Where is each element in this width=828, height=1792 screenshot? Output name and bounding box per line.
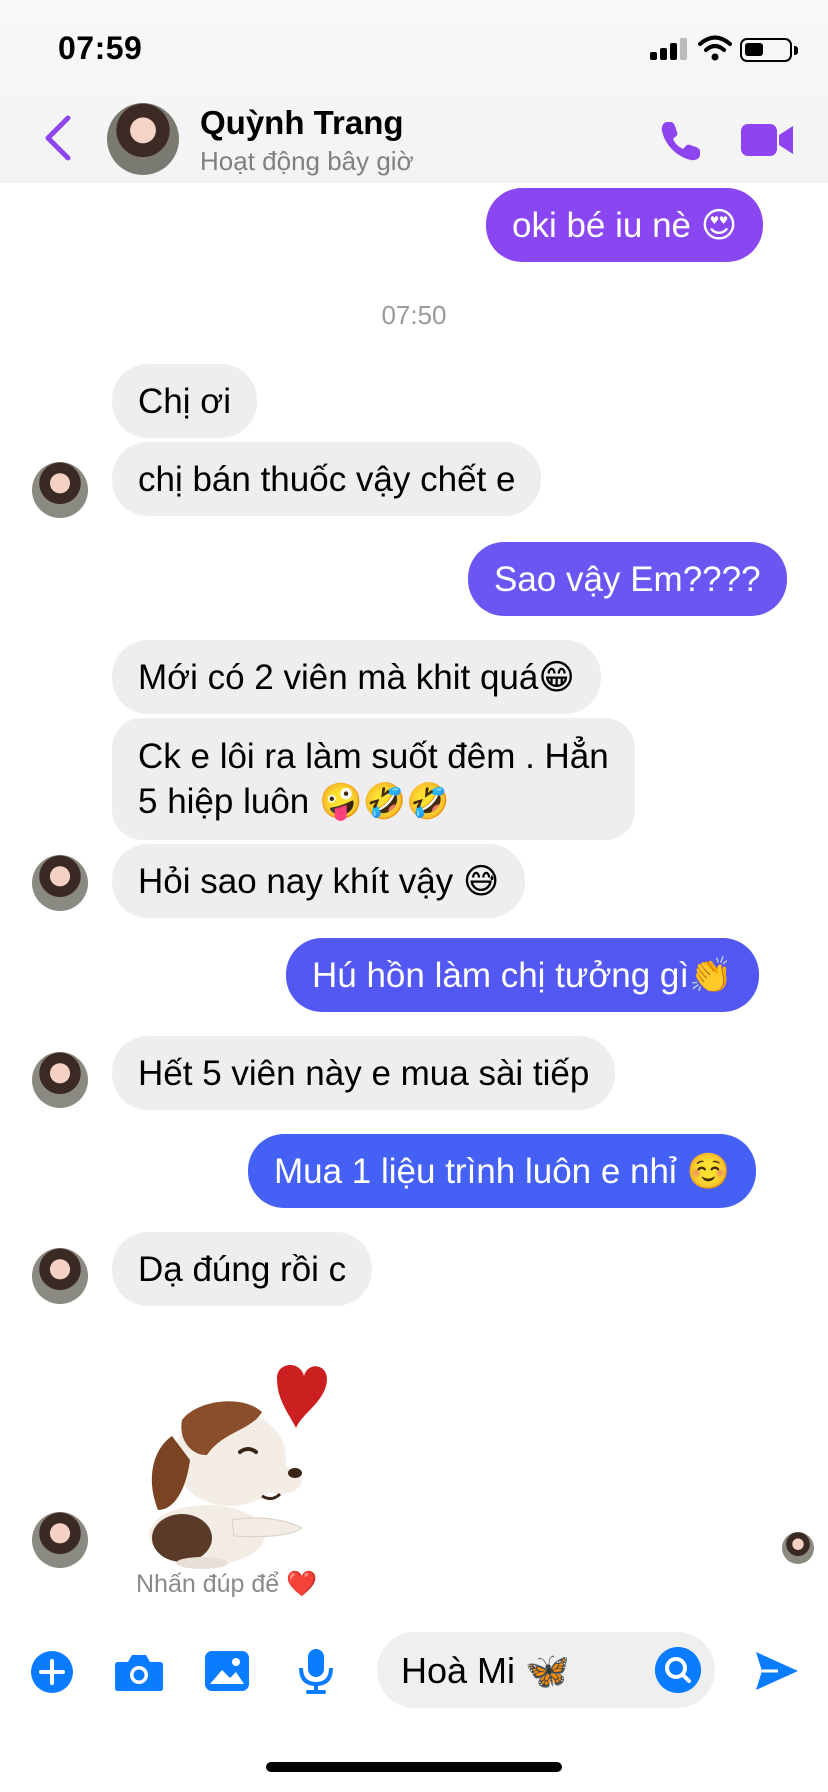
back-chevron-icon[interactable]	[40, 112, 76, 164]
message-input[interactable]: Hoà Mi 🦋	[377, 1632, 715, 1708]
message-text: oki bé iu nè 😍	[512, 205, 738, 245]
contact-avatar-small[interactable]	[32, 1248, 88, 1304]
status-time: 07:59	[58, 30, 143, 66]
outgoing-message[interactable]: Sao vậy Em????	[468, 542, 787, 616]
message-text: Chị ơi	[138, 381, 231, 421]
contact-avatar-small[interactable]	[32, 855, 88, 911]
message-text: Mua 1 liệu trình luôn e nhỉ ☺️	[274, 1151, 731, 1191]
microphone-icon[interactable]	[296, 1648, 336, 1694]
contact-avatar[interactable]	[107, 103, 179, 175]
send-icon[interactable]	[754, 1650, 800, 1692]
home-indicator	[266, 1762, 562, 1772]
message-text: chị bán thuốc vậy chết e	[138, 459, 516, 499]
contact-avatar-small[interactable]	[32, 462, 88, 518]
message-input-text[interactable]: Hoà Mi 🦋	[401, 1650, 570, 1692]
emoji-icon[interactable]	[655, 1647, 701, 1693]
image-icon[interactable]	[204, 1650, 250, 1692]
message-text: Mới có 2 viên mà khit quá😁	[138, 657, 575, 697]
plus-icon[interactable]	[30, 1650, 74, 1694]
battery-icon	[740, 38, 798, 62]
outgoing-message[interactable]: Hú hồn làm chị tưởng gì👏	[286, 938, 759, 1012]
incoming-message[interactable]: Chị ơi	[112, 364, 257, 438]
incoming-message[interactable]: Ck e lôi ra làm suốt đêm . Hẳn 5 hiệp lu…	[112, 718, 635, 840]
message-text-line: Ck e lôi ra làm suốt đêm . Hẳn	[138, 737, 609, 776]
incoming-message[interactable]: Dạ đúng rồi c	[112, 1232, 373, 1306]
video-icon[interactable]	[741, 122, 795, 158]
message-text: Hú hồn làm chị tưởng gì👏	[312, 955, 733, 995]
incoming-message[interactable]: Hết 5 viên này e mua sài tiếp	[112, 1036, 616, 1110]
message-text-line: 5 hiệp luôn 🤪🤣🤣	[138, 782, 450, 821]
contact-avatar-small[interactable]	[32, 1052, 88, 1108]
incoming-message[interactable]: chị bán thuốc vậy chết e	[112, 442, 542, 516]
top-bar: 07:59 Quỳnh Trang Hoạt động bây giờ	[0, 0, 828, 183]
incoming-message[interactable]: Mới có 2 viên mà khit quá😁	[112, 640, 601, 714]
cellular-signal-icon	[650, 38, 690, 60]
double-tap-hint: Nhấn đúp để ❤️	[136, 1570, 318, 1598]
outgoing-message[interactable]: oki bé iu nè 😍	[486, 188, 764, 262]
incoming-message[interactable]: Hỏi sao nay khít vậy 😅	[112, 844, 526, 918]
contact-name[interactable]: Quỳnh Trang	[200, 104, 404, 142]
message-text: Dạ đúng rồi c	[138, 1249, 347, 1289]
dog-heart-sticker[interactable]	[112, 1360, 342, 1570]
wifi-icon	[698, 35, 732, 61]
camera-icon[interactable]	[114, 1652, 164, 1692]
presence-status: Hoạt động bây giờ	[200, 146, 414, 176]
message-text: Hết 5 viên này e mua sài tiếp	[138, 1053, 590, 1093]
message-text: Sao vậy Em????	[494, 559, 761, 599]
phone-icon[interactable]	[658, 118, 704, 164]
seen-avatar	[782, 1532, 814, 1564]
timestamp: 07:50	[381, 300, 447, 330]
message-text: Hỏi sao nay khít vậy 😅	[138, 861, 500, 901]
contact-avatar-small[interactable]	[32, 1512, 88, 1568]
outgoing-message[interactable]: Mua 1 liệu trình luôn e nhỉ ☺️	[248, 1134, 757, 1208]
